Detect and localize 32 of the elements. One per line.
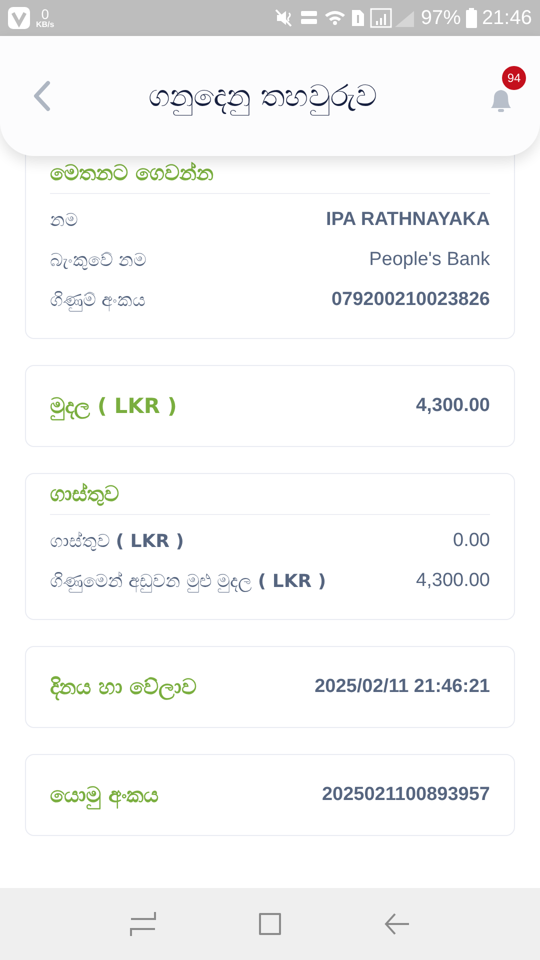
field-value: 4,300.00: [416, 570, 490, 592]
summary-label: දිනය හා වේලාව: [50, 675, 197, 699]
app-logo-icon: [8, 7, 30, 29]
battery-level: 97%: [420, 6, 461, 30]
page-title: ගනුදෙනු තහවුරුව: [148, 78, 378, 114]
summary-label: යොමු අංකය: [50, 783, 158, 807]
field-label: ගිණුම් අංකය: [50, 290, 146, 310]
wifi-icon: [324, 8, 346, 28]
data-speed-unit: KB/s: [36, 21, 54, 29]
recent-apps-icon[interactable]: [129, 910, 158, 938]
notification-badge: 94: [502, 66, 526, 90]
section-title: මෙතනට ගෙවන්න: [50, 161, 214, 187]
summary-value: 2025/02/11 21:46:21: [314, 676, 490, 698]
sim-icon: [350, 8, 365, 28]
battery-icon: [466, 8, 477, 28]
mute-icon: [274, 8, 294, 28]
signal-icon: [370, 8, 416, 28]
section-title: ගාස්තුව: [50, 481, 120, 508]
field-value: 079200210023826: [331, 289, 490, 311]
summary-label: මුදල ( LKR ): [50, 394, 177, 418]
field-label: ගිණුමෙන් අඩුවන මුළු මුදල ( LKR ): [50, 570, 326, 592]
summary-value: 4,300.00: [416, 395, 490, 417]
field-value: People's Bank: [369, 249, 490, 271]
back-icon[interactable]: [32, 80, 52, 112]
field-label: නම: [50, 210, 78, 230]
field-value: 0.00: [453, 530, 490, 552]
clock: 21:46: [482, 6, 532, 30]
data-speed: 0: [41, 7, 50, 21]
summary-value: 2025021100893957: [322, 784, 490, 806]
field-label: ගාස්තුව ( LKR ): [50, 530, 184, 552]
field-value: IPA RATHNAYAKA: [326, 209, 490, 231]
field-label: බැංකුවේ නම: [50, 250, 147, 270]
